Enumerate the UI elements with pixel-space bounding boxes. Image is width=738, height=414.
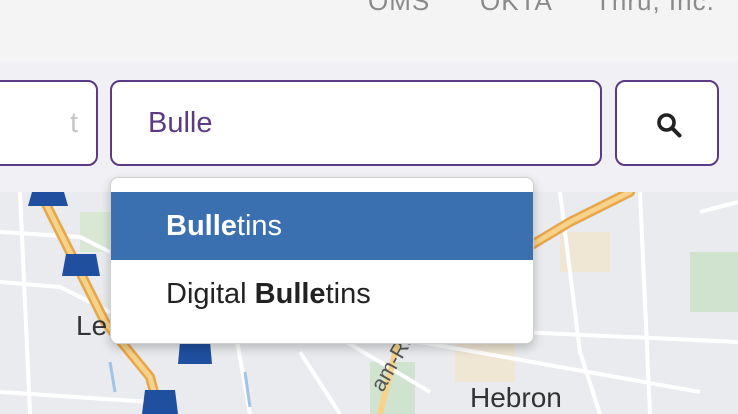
nav-link-okta[interactable]: OKTA [480,0,553,17]
search-bar-row: t Bulle [0,62,738,192]
top-nav-bar: OMS OKTA Thru, Inc. [0,0,738,62]
suggestion-bulletins[interactable]: Bulletins [111,192,533,260]
autocomplete-dropdown: Bulletins Digital Bulletins [110,177,534,344]
search-input[interactable]: Bulle [110,80,602,166]
suggestion-rest: tins [325,278,371,310]
search-icon [657,113,682,138]
suggestion-rest: tins [236,210,283,242]
previous-input-field[interactable]: t [0,80,98,166]
suggestion-digital-bulletins[interactable]: Digital Bulletins [111,260,533,328]
search-button[interactable] [615,80,719,166]
map-label-city-partial: Le [76,310,108,341]
suggestion-match: Bulle [166,210,237,242]
previous-input-text: t [69,107,78,139]
nav-link-thru[interactable]: Thru, Inc. [595,0,715,17]
suggestion-prefix: Digital [166,278,255,310]
suggestion-match: Bulle [254,278,326,310]
search-input-value: Bulle [148,107,213,139]
nav-link-oms[interactable]: OMS [368,0,430,17]
map-label-hebron: Hebron [470,382,562,413]
